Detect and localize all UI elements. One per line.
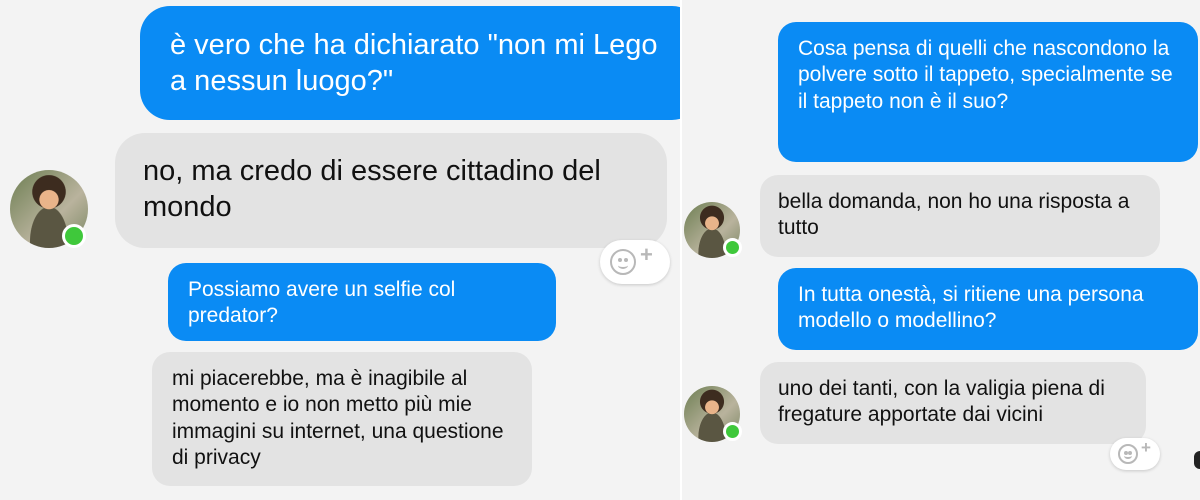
online-status-dot <box>62 224 86 248</box>
message-text: è vero che ha dichiarato "non mi Lego a … <box>170 29 658 98</box>
message-outgoing[interactable]: Possiamo avere un selfie col predator? <box>168 263 556 341</box>
message-outgoing[interactable]: Cosa pensa di quelli che nascondono la p… <box>778 22 1198 162</box>
plus-icon: + <box>1141 438 1151 457</box>
message-outgoing[interactable]: In tutta onestà, si ritiene una persona … <box>778 268 1198 350</box>
scroll-edge-marker <box>1194 451 1200 469</box>
message-text: In tutta onestà, si ritiene una persona … <box>798 283 1144 333</box>
smiley-icon <box>610 249 636 275</box>
message-text: no, ma credo di essere cittadino del mon… <box>143 155 601 224</box>
message-incoming[interactable]: mi piacerebbe, ma è inagibile al momento… <box>152 352 532 486</box>
smiley-icon <box>1118 444 1138 464</box>
message-incoming[interactable]: no, ma credo di essere cittadino del mon… <box>115 133 667 248</box>
message-text: bella domanda, non ho una risposta a tut… <box>778 190 1130 240</box>
message-incoming[interactable]: uno dei tanti, con la valigia piena di f… <box>760 362 1146 444</box>
message-text: Possiamo avere un selfie col predator? <box>188 278 456 328</box>
add-reaction-button[interactable]: + <box>600 240 670 284</box>
message-outgoing[interactable]: è vero che ha dichiarato "non mi Lego a … <box>140 6 680 120</box>
message-incoming[interactable]: bella domanda, non ho una risposta a tut… <box>760 175 1160 257</box>
online-status-dot <box>723 238 742 257</box>
add-reaction-button[interactable]: + <box>1110 438 1160 470</box>
online-status-dot <box>723 422 742 441</box>
right-chat-pane: Cosa pensa di quelli che nascondono la p… <box>682 0 1200 500</box>
left-chat-pane: è vero che ha dichiarato "non mi Lego a … <box>0 0 680 500</box>
plus-icon: + <box>640 242 653 267</box>
message-text: Cosa pensa di quelli che nascondono la p… <box>798 37 1173 113</box>
message-text: mi piacerebbe, ma è inagibile al momento… <box>172 367 504 469</box>
message-text: uno dei tanti, con la valigia piena di f… <box>778 377 1105 427</box>
